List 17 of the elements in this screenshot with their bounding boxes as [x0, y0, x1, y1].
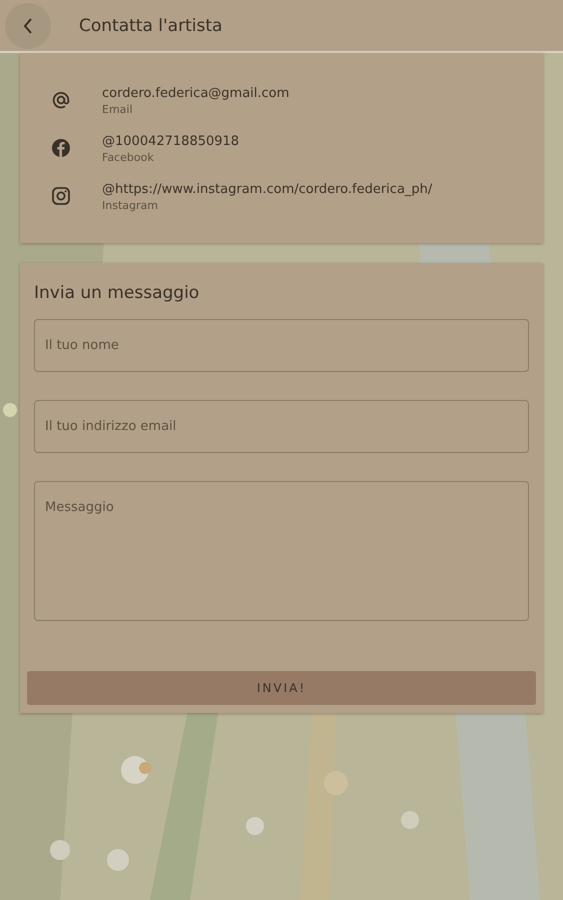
instagram-icon	[51, 186, 71, 206]
form-title: Invia un messaggio	[34, 283, 200, 303]
page-title: Contatta l'artista	[79, 16, 222, 36]
at-sign-icon	[51, 90, 71, 110]
back-button[interactable]	[5, 2, 51, 48]
contact-label: Facebook	[102, 151, 154, 165]
input-field[interactable]: Il tuo nome	[34, 319, 529, 372]
contact-value[interactable]: @https://www.instagram.com/cordero.federica_ph/	[102, 181, 432, 199]
contact-label: Instagram	[102, 199, 158, 213]
message-field[interactable]: Messaggio	[34, 481, 529, 621]
send-button[interactable]: INVIA!	[27, 671, 536, 705]
contact-value[interactable]: cordero.federica@gmail.com	[102, 85, 290, 103]
contact-label: Email	[102, 103, 133, 117]
facebook-icon	[51, 138, 71, 158]
input-field[interactable]: Il tuo indirizzo email	[34, 400, 529, 453]
back-icon	[23, 18, 33, 34]
contact-value[interactable]: @100042718850918	[102, 133, 240, 151]
